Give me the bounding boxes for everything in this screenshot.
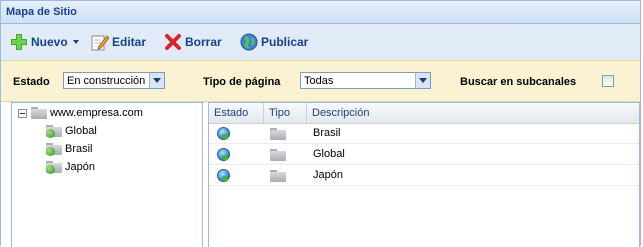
globe-icon [240,33,258,51]
toolbar: Nuevo Editar Borrar Publicar [1,24,640,60]
row-description: Japón [313,169,343,181]
buscar-subcanales-label: Buscar en subcanales [460,76,577,88]
folder-icon [270,170,286,185]
tree-node-global[interactable]: Global [46,125,97,138]
folder-icon [270,128,286,143]
tipo-pagina-select[interactable]: Todas [300,72,431,89]
globe-folder-icon [46,161,62,174]
delete-x-icon [164,33,182,51]
tree-node-japon[interactable]: Japón [46,161,95,174]
edit-button[interactable]: Editar [91,33,146,51]
plus-icon [10,33,28,51]
chevron-down-icon[interactable] [149,73,164,88]
filter-bar: Estado En construcción Tipo de página To… [1,60,640,102]
row-description: Brasil [313,127,341,139]
tree-node-label: Brasil [65,143,93,155]
delete-button[interactable]: Borrar [164,33,222,51]
estado-select[interactable]: En construcción [63,72,165,89]
panel-titlebar: Mapa de Sitio [1,1,640,24]
tree-root-node[interactable]: www.empresa.com [18,107,143,119]
globe-folder-icon [46,125,62,138]
globe-folder-icon [46,143,62,156]
delete-button-label: Borrar [185,35,222,49]
chevron-down-icon [72,40,79,44]
table-row[interactable]: Japón [209,166,639,186]
new-button[interactable]: Nuevo [10,33,79,51]
tipo-pagina-label: Tipo de página [203,76,281,88]
tipo-pagina-select-value: Todas [304,75,334,87]
publish-button-label: Publicar [261,35,309,49]
chevron-down-icon[interactable] [415,73,430,88]
folder-icon [270,149,286,164]
tree-node-label: Japón [65,161,95,173]
new-button-label: Nuevo [31,35,68,49]
pages-grid: Estado Tipo Descripción Brasil Global Ja… [208,102,640,247]
column-header-tipo[interactable]: Tipo [264,103,307,123]
site-map-panel: Mapa de Sitio Nuevo Editar Borrar Public… [0,0,641,247]
buscar-subcanales-checkbox[interactable] [602,75,614,87]
tree-root-label: www.empresa.com [50,107,143,119]
estado-select-value: En construcción [67,75,146,87]
row-description: Global [313,148,345,160]
tree-node-brasil[interactable]: Brasil [46,143,93,156]
publish-button[interactable]: Publicar [240,33,308,51]
table-row[interactable]: Brasil [209,124,639,144]
edit-button-label: Editar [112,35,147,49]
edit-pencil-icon [91,33,110,51]
tree-node-label: Global [65,125,97,137]
folder-icon [31,107,47,119]
published-globe-icon [217,127,230,140]
published-globe-icon [217,148,230,161]
column-header-estado[interactable]: Estado [209,103,264,123]
site-tree: www.empresa.com Global Brasil Japón [11,102,203,247]
estado-label: Estado [13,76,50,88]
column-header-descripcion[interactable]: Descripción [307,103,639,123]
grid-header: Estado Tipo Descripción [209,103,639,124]
table-row[interactable]: Global [209,145,639,165]
published-globe-icon [217,169,230,182]
collapse-icon[interactable] [18,108,27,118]
panel-title: Mapa de Sitio [6,6,77,18]
